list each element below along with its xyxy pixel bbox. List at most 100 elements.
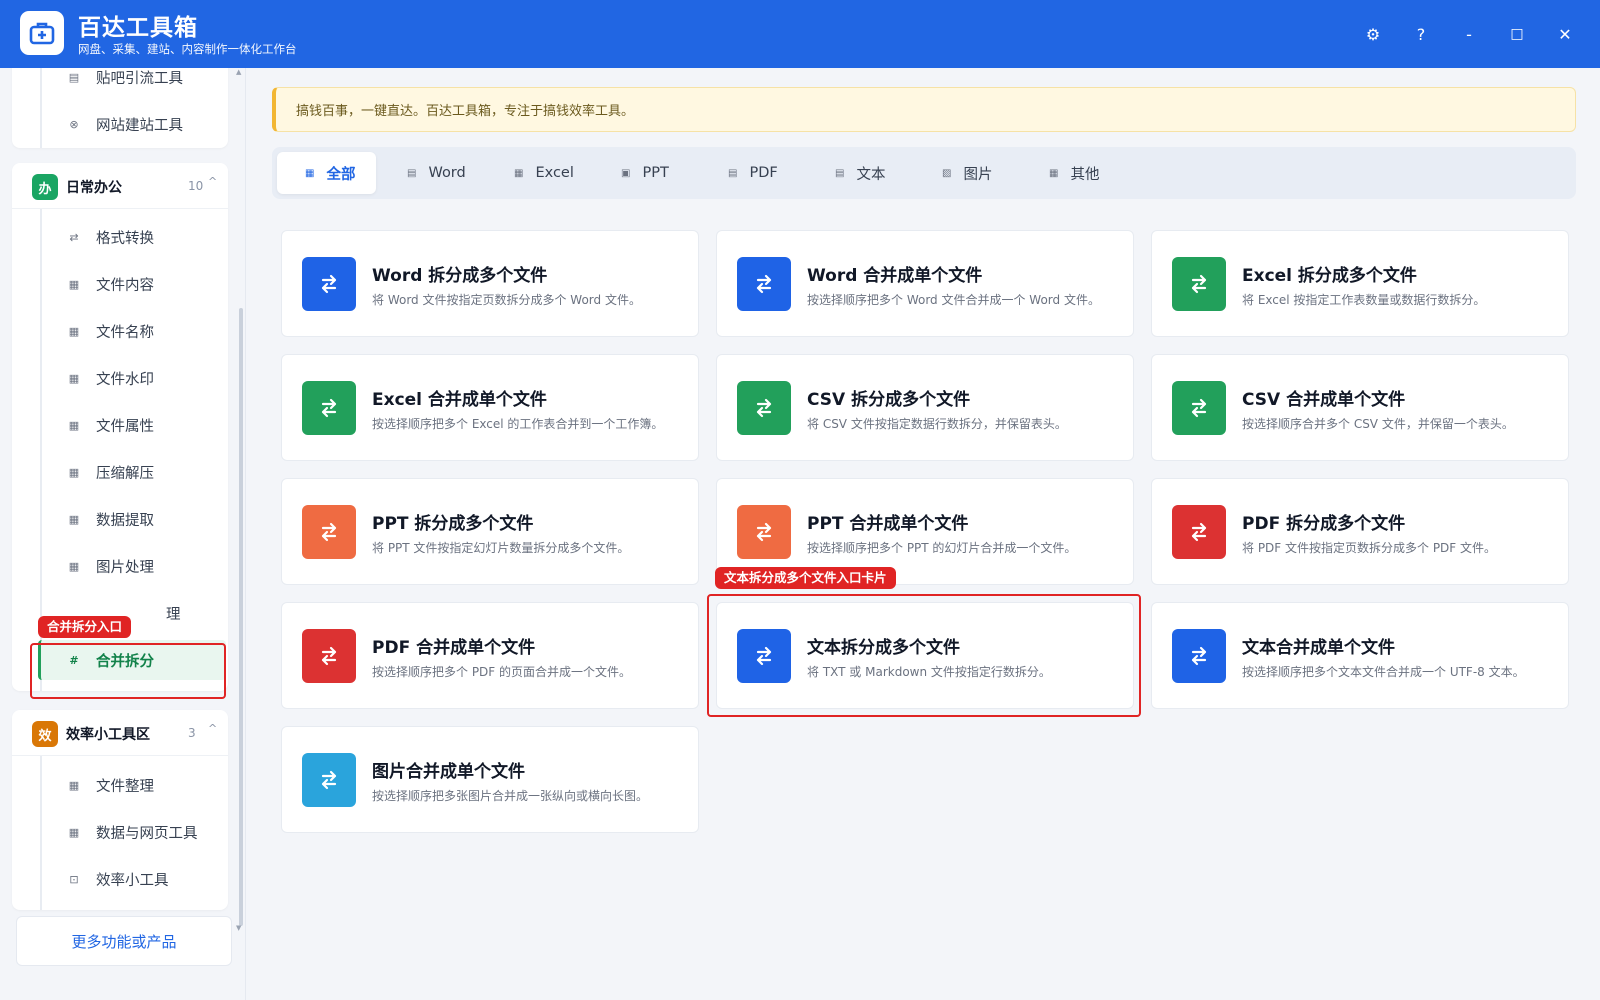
card-word-split[interactable]: Word 拆分成多个文件将 Word 文件按指定页数拆分成多个 Word 文件。 bbox=[281, 230, 699, 337]
sidebar-item-merge-split[interactable]: # 合并拆分 bbox=[38, 640, 226, 680]
notice-banner: 搞钱百事，一键直达。百达工具箱，专注于搞钱效率工具。 bbox=[272, 87, 1576, 132]
card-title: PPT 拆分成多个文件 bbox=[372, 514, 534, 534]
card-title: 图片合并成单个文件 bbox=[372, 762, 525, 782]
settings-icon[interactable]: ⚙ bbox=[1361, 22, 1385, 46]
card-word-merge[interactable]: Word 合并成单个文件 按选择顺序把多个 Word 文件合并成一个 Word 文… bbox=[716, 230, 1134, 337]
sidebar-item-file-name[interactable]: ▦ 文件名称 bbox=[38, 311, 228, 351]
card-image-merge[interactable]: 图片合并成单个文件 按选择顺序把多张图片合并成一张纵向或横向长图。 bbox=[281, 726, 699, 833]
maximize-icon[interactable]: □ bbox=[1505, 22, 1529, 46]
card-ppt-split[interactable]: PPT 拆分成多个文件将 PPT 文件按指定幻灯片数量拆分成多个文件。 bbox=[281, 478, 699, 585]
close-icon[interactable]: ✕ bbox=[1553, 22, 1577, 46]
sidebar-item-image-process[interactable]: ▦ 图片处理 bbox=[38, 546, 228, 586]
scroll-down-icon[interactable]: ▼ bbox=[236, 924, 241, 932]
tab-text[interactable]: ▤ 文本 bbox=[807, 152, 911, 194]
tab-label: 其他 bbox=[1070, 166, 1100, 183]
sidebar-item-label: 数据与网页工具 bbox=[96, 825, 198, 842]
grid-icon: ▦ bbox=[68, 559, 80, 573]
card-pdf-split[interactable]: PDF 拆分成多个文件将 PDF 文件按指定页数拆分成多个 PDF 文件。 bbox=[1151, 478, 1569, 585]
sidebar-scrollbar[interactable] bbox=[239, 308, 243, 926]
card-description: 将 Word 文件按指定页数拆分成多个 Word 文件。 bbox=[372, 293, 641, 307]
chevron-up-icon[interactable]: ^ bbox=[208, 175, 217, 188]
sidebar-item-label: 图片处理 bbox=[96, 559, 154, 576]
swap-icon bbox=[302, 257, 356, 311]
sidebar-item-file-attrs[interactable]: ▦ 文件属性 bbox=[38, 405, 228, 445]
sidebar-item-compress[interactable]: ▦ 压缩解压 bbox=[38, 452, 228, 492]
tab-label: PDF bbox=[749, 165, 778, 181]
card-title: 文本拆分成多个文件 bbox=[807, 638, 960, 658]
card-excel-split[interactable]: Excel 拆分成多个文件将 Excel 按指定工作表数量或数据行数拆分。 bbox=[1151, 230, 1569, 337]
sidebar-item-label: 理 bbox=[166, 606, 181, 623]
sidebar-item-efficiency-tools[interactable]: ⊡ 效率小工具 bbox=[38, 859, 228, 899]
grid-icon: ▦ bbox=[68, 465, 80, 479]
tab-pdf[interactable]: ▤ PDF bbox=[700, 152, 804, 194]
tab-ppt[interactable]: ▣ PPT bbox=[593, 152, 697, 194]
tab-label: 文本 bbox=[856, 166, 886, 183]
swap-icon: ⇄ bbox=[69, 230, 79, 244]
chevron-up-icon[interactable]: ^ bbox=[208, 722, 217, 735]
sidebar-item-label: 文件整理 bbox=[96, 778, 154, 795]
more-features-link[interactable]: 更多功能或产品 bbox=[16, 916, 232, 966]
swap-icon bbox=[302, 505, 356, 559]
sidebar-item-format-convert[interactable]: ⇄ 格式转换 bbox=[38, 217, 228, 257]
group-title: 效率小工具区 bbox=[66, 727, 150, 743]
card-description: 按选择顺序把多个 Excel 的工作表合并到一个工作簿。 bbox=[372, 417, 664, 431]
card-text-merge[interactable]: 文本合并成单个文件按选择顺序把多个文本文件合并成一个 UTF-8 文本。 bbox=[1151, 602, 1569, 709]
globe-icon: ⊗ bbox=[69, 117, 79, 131]
tab-all[interactable]: ▦ 全部 bbox=[277, 152, 376, 194]
sidebar-item-label: 数据提取 bbox=[96, 512, 154, 529]
card-description: 按选择顺序把多个 PPT 的幻灯片合并成一个文件。 bbox=[807, 541, 1077, 555]
annotation-tag-text-split: 文本拆分成多个文件入口卡片 bbox=[715, 567, 896, 589]
sidebar-group-office: 办 日常办公 10 ^ ⇄ 格式转换 ▦ 文件内容 ▦ 文件名称 ▦ 文件水印 … bbox=[12, 163, 228, 691]
grid-icon: ▦ bbox=[1049, 167, 1059, 179]
sidebar-item-file-organize[interactable]: ▦ 文件整理 bbox=[38, 765, 228, 805]
group-header-efficiency[interactable]: 效 效率小工具区 3 ^ bbox=[12, 710, 228, 756]
card-title: Excel 拆分成多个文件 bbox=[1242, 266, 1417, 286]
sidebar-item-tieba[interactable]: ▤ 贴吧引流工具 bbox=[38, 68, 228, 97]
group-header-office[interactable]: 办 日常办公 10 ^ bbox=[12, 163, 228, 209]
sidebar-item-label: 格式转换 bbox=[96, 230, 154, 247]
table-icon: ▦ bbox=[514, 167, 524, 179]
efficiency-badge: 效 bbox=[32, 721, 58, 747]
sidebar: ▤ 贴吧引流工具 ⊗ 网站建站工具 办 日常办公 10 ^ ⇄ 格式转换 ▦ 文… bbox=[0, 68, 246, 1000]
pdf-icon: ▤ bbox=[728, 167, 738, 179]
tab-excel[interactable]: ▦ Excel bbox=[486, 152, 590, 194]
group-title: 日常办公 bbox=[66, 180, 122, 196]
sidebar-item-data-web[interactable]: ▦ 数据与网页工具 bbox=[38, 812, 228, 852]
grid-icon: ▦ bbox=[68, 371, 80, 385]
sidebar-item-data-extract[interactable]: ▦ 数据提取 bbox=[38, 499, 228, 539]
card-description: 将 CSV 文件按指定数据行数拆分，并保留表头。 bbox=[807, 417, 1067, 431]
card-text-split[interactable]: 文本拆分成多个文件将 TXT 或 Markdown 文件按指定行数拆分。 bbox=[716, 602, 1134, 709]
grid-icon: ▦ bbox=[305, 167, 315, 179]
sidebar-item-label: 文件属性 bbox=[96, 418, 154, 435]
sidebar-item-file-content[interactable]: ▦ 文件内容 bbox=[38, 264, 228, 304]
group-count: 3 bbox=[188, 726, 196, 740]
scroll-up-icon[interactable]: ▲ bbox=[236, 68, 241, 76]
sidebar-item-website[interactable]: ⊗ 网站建站工具 bbox=[38, 104, 228, 144]
sidebar-item-watermark[interactable]: ▦ 文件水印 bbox=[38, 358, 228, 398]
sidebar-item-label: 合并拆分 bbox=[96, 653, 154, 670]
card-title: PDF 合并成单个文件 bbox=[372, 638, 536, 658]
card-description: 按选择顺序把多个文本文件合并成一个 UTF-8 文本。 bbox=[1242, 665, 1525, 679]
help-icon[interactable]: ? bbox=[1409, 22, 1433, 46]
tab-word[interactable]: ▤ Word bbox=[379, 152, 483, 194]
card-title: PPT 合并成单个文件 bbox=[807, 514, 969, 534]
card-csv-split[interactable]: CSV 拆分成多个文件将 CSV 文件按指定数据行数拆分，并保留表头。 bbox=[716, 354, 1134, 461]
card-csv-merge[interactable]: CSV 合并成单个文件 按选择顺序合并多个 CSV 文件，并保留一个表头。 bbox=[1151, 354, 1569, 461]
swap-icon bbox=[1172, 505, 1226, 559]
card-title: Word 拆分成多个文件 bbox=[372, 266, 548, 286]
minimize-icon[interactable]: - bbox=[1457, 22, 1481, 46]
document-icon: ▤ bbox=[68, 70, 80, 84]
card-pdf-merge[interactable]: PDF 合并成单个文件 按选择顺序把多个 PDF 的页面合并成一个文件。 bbox=[281, 602, 699, 709]
swap-icon bbox=[737, 505, 791, 559]
sidebar-item-label: 文件水印 bbox=[96, 371, 154, 388]
card-description: 按选择顺序把多个 Word 文件合并成一个 Word 文件。 bbox=[807, 293, 1100, 307]
tab-image[interactable]: ▨ 图片 bbox=[914, 152, 1018, 194]
tab-label: Word bbox=[428, 165, 466, 181]
swap-icon bbox=[302, 381, 356, 435]
tab-label: 全部 bbox=[326, 166, 356, 183]
sidebar-item-label: 网站建站工具 bbox=[96, 117, 183, 134]
tab-other[interactable]: ▦ 其他 bbox=[1021, 152, 1125, 194]
sidebar-group-efficiency: 效 效率小工具区 3 ^ ▦ 文件整理 ▦ 数据与网页工具 ⊡ 效率小工具 bbox=[12, 710, 228, 910]
card-title: 文本合并成单个文件 bbox=[1242, 638, 1395, 658]
card-excel-merge[interactable]: Excel 合并成单个文件 按选择顺序把多个 Excel 的工作表合并到一个工作簿… bbox=[281, 354, 699, 461]
